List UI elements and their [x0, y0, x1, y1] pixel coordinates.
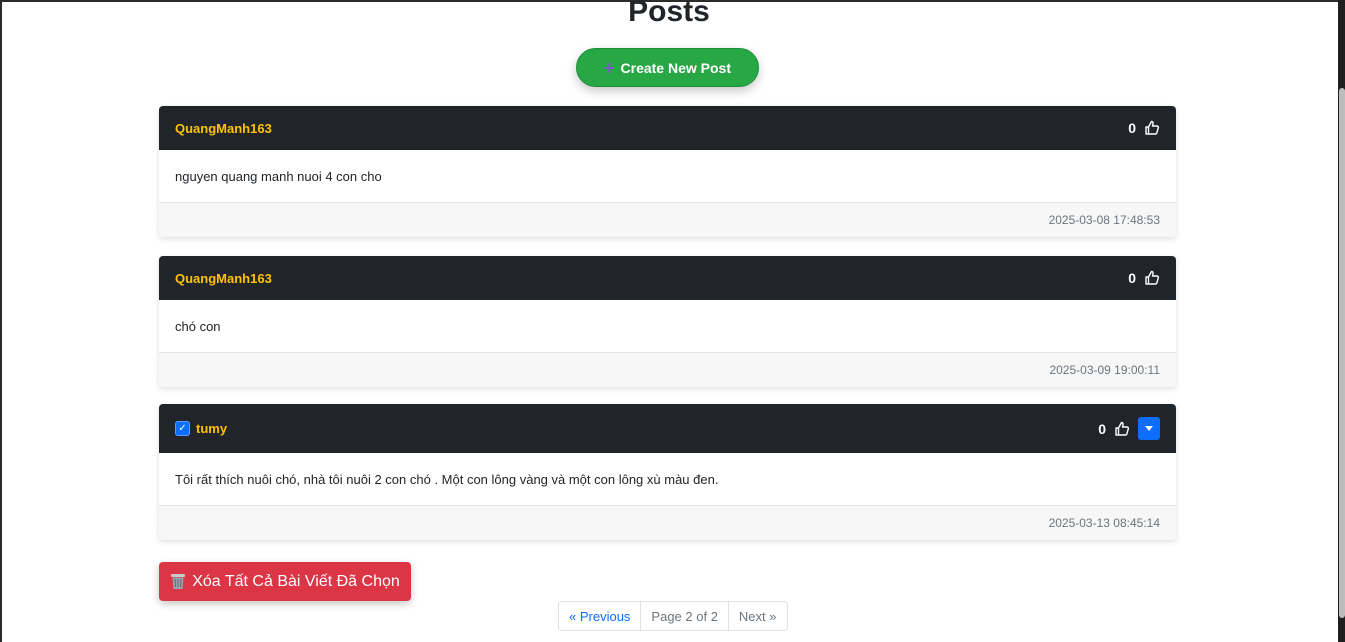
post-footer: 2025-03-13 08:45:14: [159, 506, 1176, 540]
post-content: chó con: [159, 300, 1176, 353]
like-area: 0: [1128, 120, 1160, 136]
post-author[interactable]: QuangManh163: [175, 121, 272, 136]
select-post-checkbox[interactable]: ✓: [175, 421, 190, 436]
next-page-link: Next »: [728, 601, 788, 631]
post-author[interactable]: tumy: [196, 421, 227, 436]
post-timestamp: 2025-03-13 08:45:14: [1048, 516, 1160, 530]
post-header: QuangManh163 0: [159, 256, 1176, 300]
post-options-dropdown[interactable]: [1138, 417, 1160, 440]
post-header: ✓ tumy 0: [159, 404, 1176, 453]
like-count: 0: [1128, 270, 1136, 286]
chevron-down-icon: [1145, 426, 1153, 431]
post-timestamp: 2025-03-08 17:48:53: [1048, 213, 1160, 227]
thumbs-up-icon[interactable]: [1144, 270, 1160, 286]
like-count: 0: [1098, 420, 1106, 437]
post-content: nguyen quang manh nuoi 4 con cho: [159, 150, 1176, 203]
create-post-button[interactable]: + Create New Post: [576, 48, 759, 87]
post-card: QuangManh163 0 chó con 2025-03-09 19:00:…: [159, 256, 1176, 387]
like-area: 0: [1128, 270, 1160, 286]
pagination: « Previous Page 2 of 2 Next »: [558, 601, 788, 631]
post-author[interactable]: QuangManh163: [175, 271, 272, 286]
thumbs-up-icon[interactable]: [1144, 120, 1160, 136]
create-post-label: Create New Post: [620, 59, 731, 76]
post-header: QuangManh163 0: [159, 106, 1176, 150]
trash-icon: [170, 573, 186, 590]
window-border-left: [0, 0, 2, 642]
post-footer: 2025-03-08 17:48:53: [159, 203, 1176, 237]
delete-selected-button[interactable]: Xóa Tất Cả Bài Viết Đã Chọn: [159, 562, 411, 601]
post-footer: 2025-03-09 19:00:11: [159, 353, 1176, 387]
page-title: Posts: [628, 0, 710, 28]
post-card: ✓ tumy 0 Tôi rất thích nuôi chó, nhà tôi…: [159, 404, 1176, 540]
page-indicator: Page 2 of 2: [641, 601, 729, 631]
delete-selected-label: Xóa Tất Cả Bài Viết Đã Chọn: [192, 572, 400, 590]
post-content: Tôi rất thích nuôi chó, nhà tôi nuôi 2 c…: [159, 453, 1176, 506]
like-area: 0: [1098, 417, 1160, 440]
thumbs-up-icon[interactable]: [1114, 421, 1130, 437]
scrollbar-thumb[interactable]: [1339, 88, 1345, 618]
post-timestamp: 2025-03-09 19:00:11: [1049, 363, 1160, 377]
post-card: QuangManh163 0 nguyen quang manh nuoi 4 …: [159, 106, 1176, 237]
post-author-area: ✓ tumy: [175, 421, 227, 436]
plus-icon: +: [604, 57, 615, 78]
like-count: 0: [1128, 120, 1136, 136]
previous-page-link[interactable]: « Previous: [558, 601, 642, 631]
